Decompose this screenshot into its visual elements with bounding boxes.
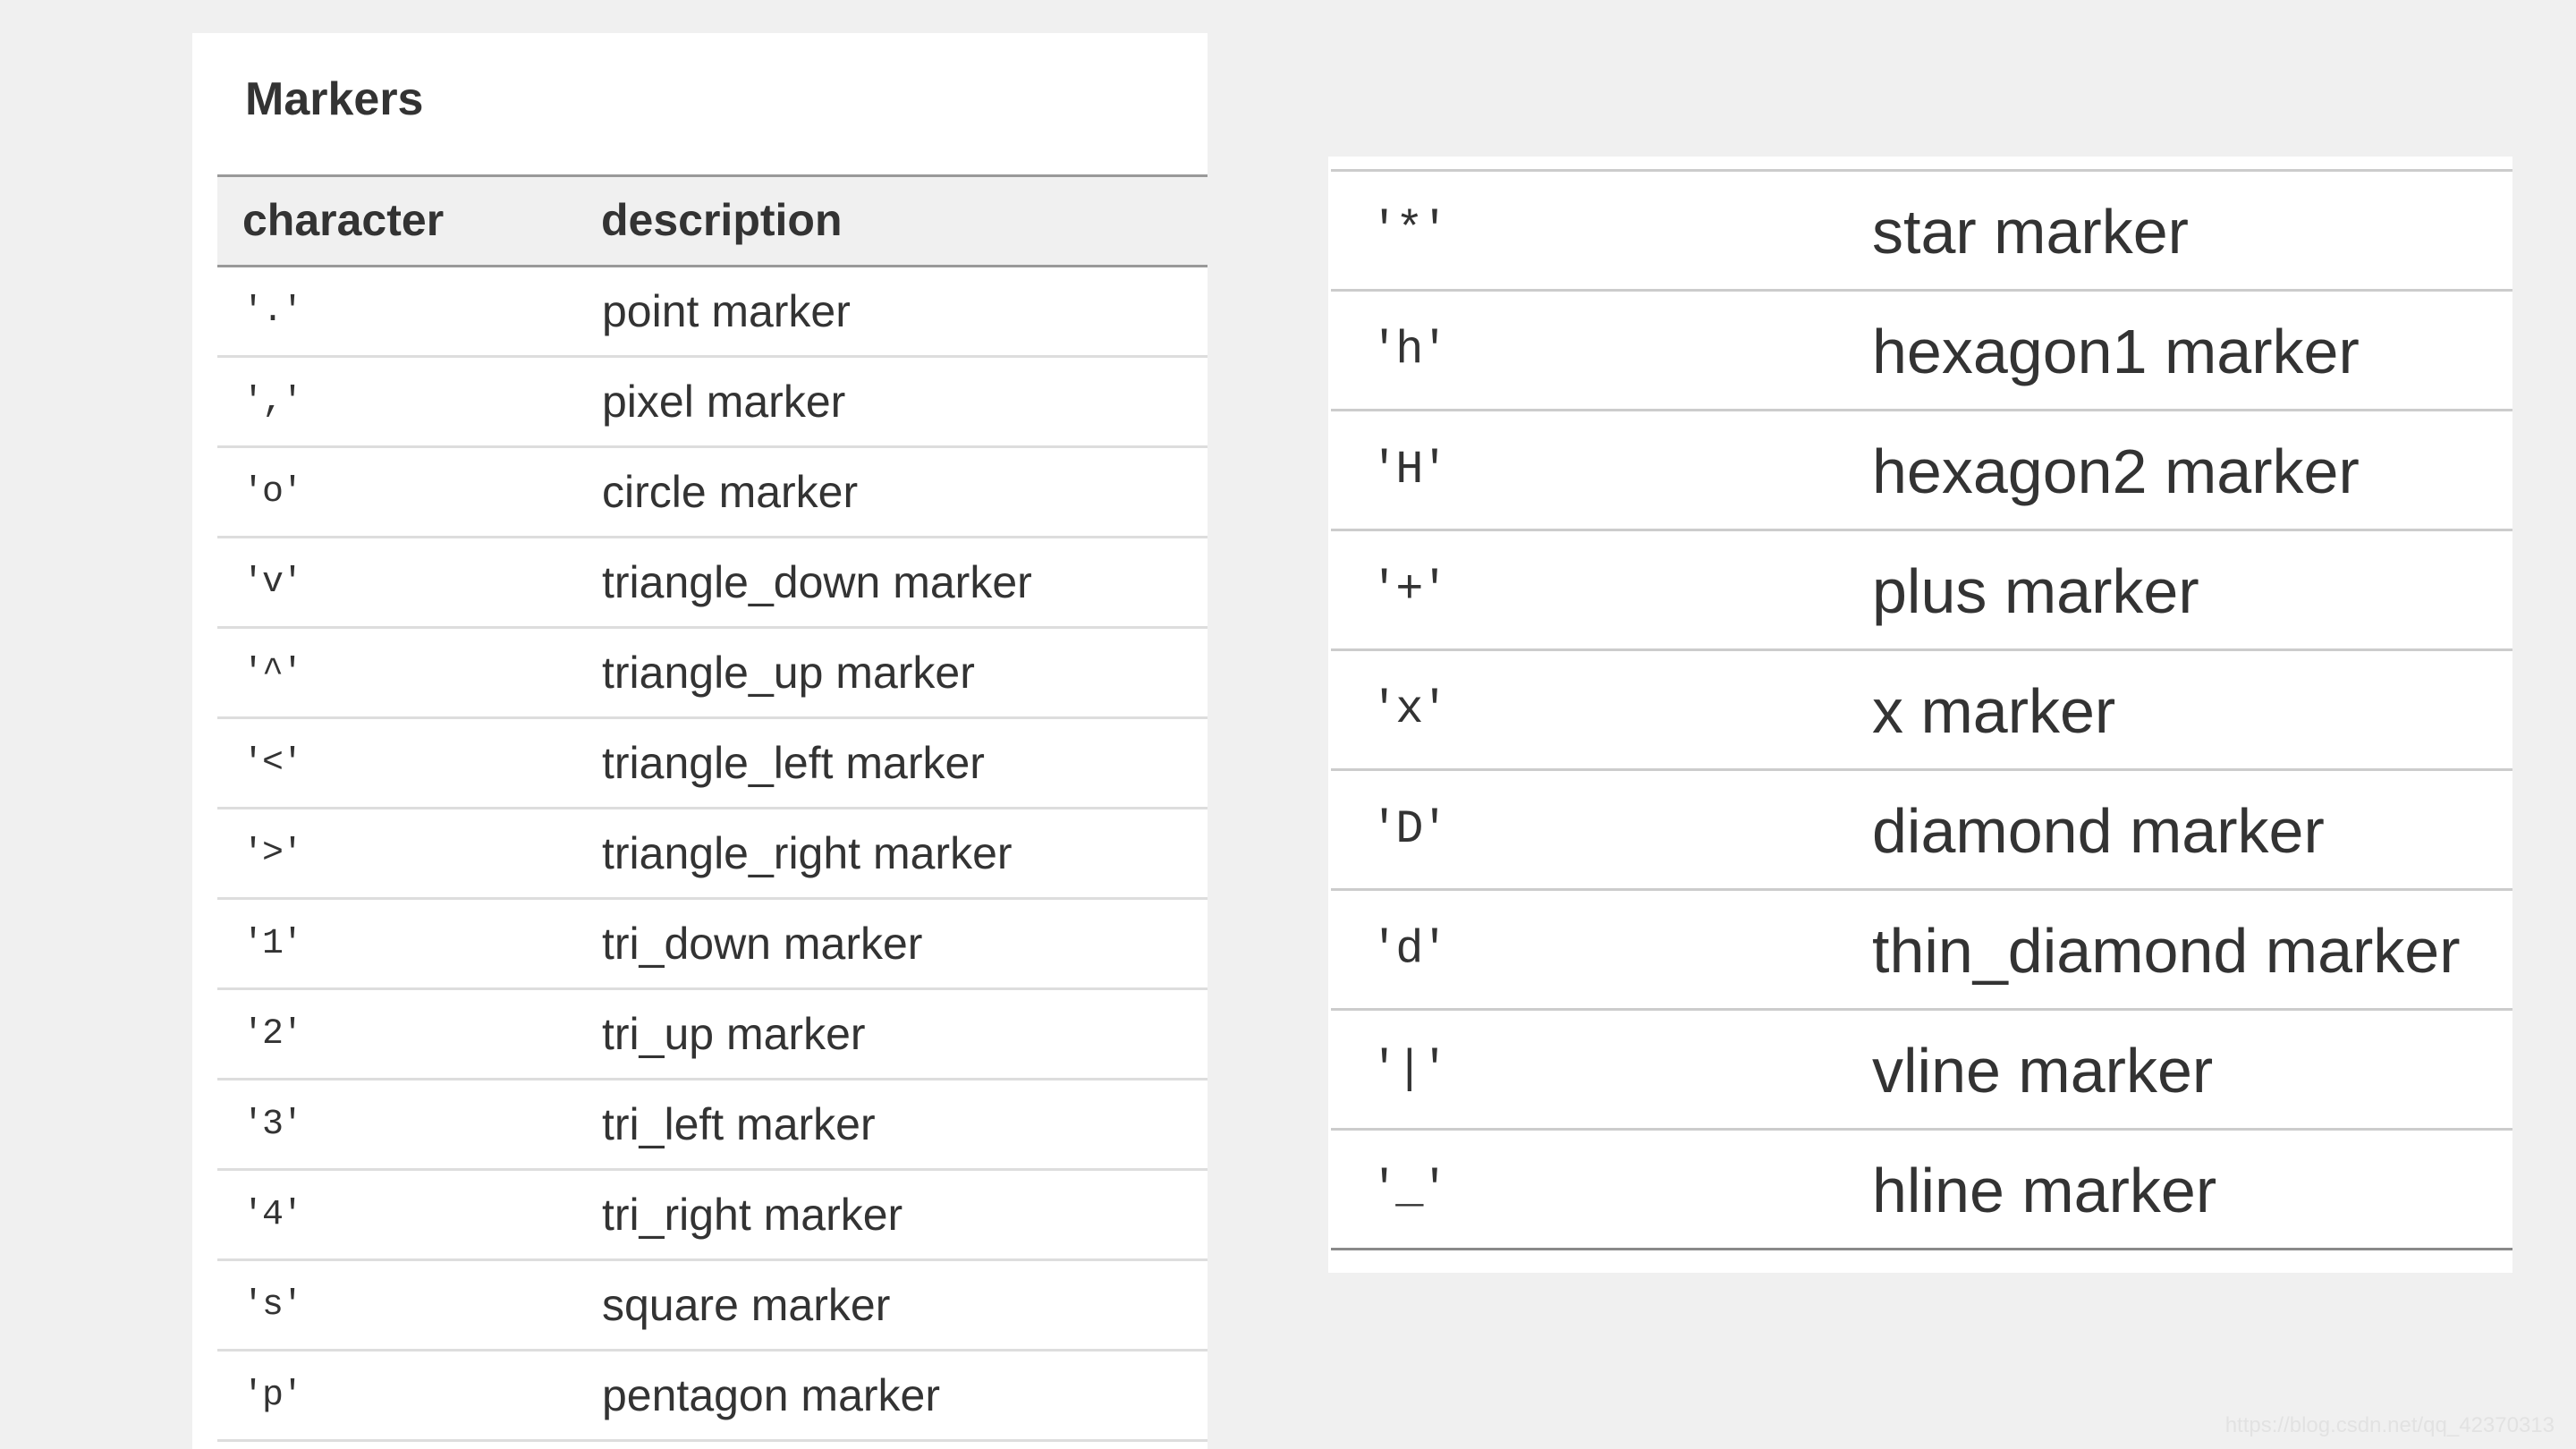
table-row: '<' triangle_left marker [217, 719, 1208, 809]
table-row: 'd' thin_diamond marker [1331, 891, 2512, 1011]
table-header-row: character description [217, 174, 1208, 267]
table-row: '*' star marker [1331, 172, 2512, 292]
table-row: '_' hline marker [1331, 1131, 2512, 1250]
marker-character: 'd' [1370, 923, 1449, 976]
marker-description: thin_diamond marker [1872, 916, 2461, 986]
marker-description: pixel marker [602, 377, 846, 427]
marker-character: 'x' [1370, 683, 1449, 736]
marker-description: pentagon marker [602, 1370, 941, 1420]
table-row: 'v' triangle_down marker [217, 538, 1208, 629]
marker-character: 'h' [1370, 324, 1449, 377]
marker-description: tri_down marker [602, 919, 923, 969]
marker-character: '_' [1370, 1163, 1449, 1216]
marker-description: hexagon1 marker [1872, 317, 2360, 386]
marker-description: diamond marker [1872, 796, 2325, 866]
marker-character: '2' [242, 1014, 303, 1055]
marker-description: hexagon2 marker [1872, 436, 2360, 506]
table-row: '1' tri_down marker [217, 900, 1208, 990]
marker-description: triangle_left marker [602, 738, 985, 788]
markers-table: character description '.' point marker ','… [217, 174, 1208, 1442]
marker-description: vline marker [1872, 1036, 2214, 1106]
table-row: 'o' circle marker [217, 448, 1208, 538]
marker-description: star marker [1872, 197, 2189, 267]
table-row: 'H' hexagon2 marker [1331, 411, 2512, 531]
marker-description: circle marker [602, 467, 859, 517]
marker-description: triangle_right marker [602, 828, 1013, 878]
marker-character: ',' [242, 382, 303, 422]
marker-character: 'D' [1370, 803, 1449, 856]
marker-description: point marker [602, 286, 851, 336]
marker-character: 'v' [242, 563, 303, 603]
marker-character: 'H' [1370, 444, 1449, 496]
marker-description: tri_left marker [602, 1099, 876, 1149]
markers-table-continued: '*' star marker 'h' hexagon1 marker 'H' hexag… [1331, 169, 2512, 1250]
marker-description: triangle_down marker [602, 557, 1032, 607]
marker-character: 'o' [242, 472, 303, 513]
table-row: 'D' diamond marker [1331, 771, 2512, 891]
table-row: '4' tri_right marker [217, 1171, 1208, 1261]
table-row: '2' tri_up marker [217, 990, 1208, 1080]
marker-character: '+' [1370, 564, 1449, 616]
column-header-description: description [601, 195, 843, 245]
table-row: '|' vline marker [1331, 1011, 2512, 1131]
marker-character: '.' [242, 292, 303, 332]
table-row: '3' tri_left marker [217, 1080, 1208, 1171]
watermark: https://blog.csdn.net/qq_42370313 [2224, 1413, 2555, 1437]
marker-character: 's' [242, 1285, 303, 1326]
marker-character: '>' [242, 834, 303, 874]
marker-character: 'p' [242, 1376, 303, 1416]
table-row: '.' point marker [217, 267, 1208, 358]
marker-description: tri_up marker [602, 1009, 866, 1059]
marker-description: x marker [1872, 676, 2116, 746]
table-row: 'p' pentagon marker [217, 1352, 1208, 1442]
marker-description: hline marker [1872, 1156, 2217, 1225]
marker-character: '*' [1370, 204, 1449, 257]
marker-description: tri_right marker [602, 1190, 903, 1240]
marker-character: '1' [242, 924, 303, 964]
markers-table-continued-panel: '*' star marker 'h' hexagon1 marker 'H' hexag… [1328, 157, 2512, 1273]
marker-description: triangle_up marker [602, 648, 975, 698]
column-header-character: character [242, 195, 445, 245]
table-row: 's' square marker [217, 1261, 1208, 1352]
marker-character: '4' [242, 1195, 303, 1235]
marker-character: '^' [242, 653, 303, 693]
table-row: 'x' x marker [1331, 651, 2512, 771]
marker-character: '|' [1370, 1043, 1449, 1096]
marker-character: '<' [242, 743, 303, 784]
table-row: 'h' hexagon1 marker [1331, 292, 2512, 411]
markers-table-panel: Markers character description '.' point m… [192, 33, 1208, 1449]
marker-description: square marker [602, 1280, 891, 1330]
marker-description: plus marker [1872, 556, 2199, 626]
table-row: '>' triangle_right marker [217, 809, 1208, 900]
table-row: '^' triangle_up marker [217, 629, 1208, 719]
table-row: ',' pixel marker [217, 358, 1208, 448]
marker-character: '3' [242, 1105, 303, 1145]
table-row: '+' plus marker [1331, 531, 2512, 651]
section-title: Markers [245, 73, 424, 125]
